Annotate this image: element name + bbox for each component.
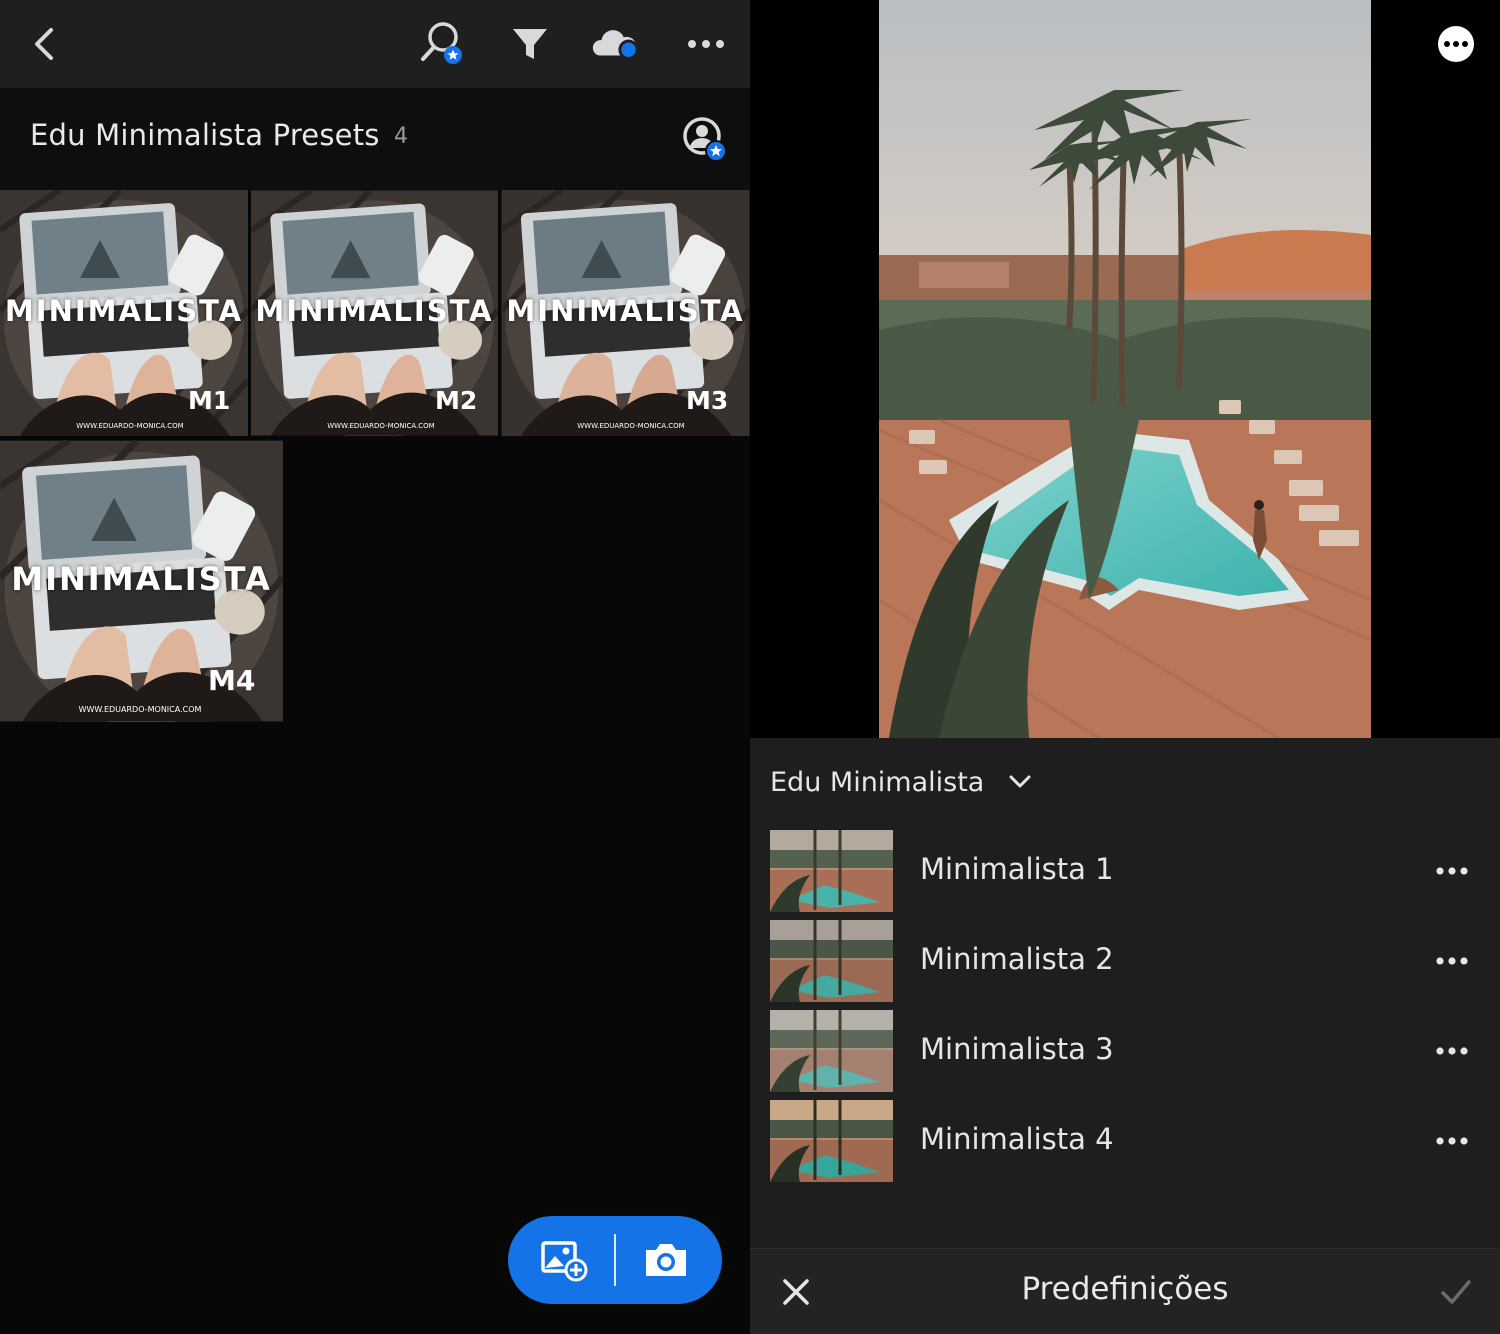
thumbnail-code: M1 [188, 386, 231, 415]
album-count: 4 [394, 124, 408, 149]
preset-editor-screen: Edu Minimalista Minimalista 1 Minimalist… [750, 0, 1500, 1334]
more-horizontal-icon[interactable] [1430, 1124, 1474, 1158]
preset-label: Minimalista 4 [920, 1122, 1114, 1156]
edited-photo [879, 0, 1371, 738]
chevron-down-icon [1009, 775, 1031, 788]
search-people-icon[interactable] [416, 18, 468, 70]
more-options-icon[interactable] [1436, 24, 1476, 64]
bottom-action-bar: Predefinições [750, 1248, 1500, 1334]
thumbnail-url: WWW.EDUARDO-MONICA.COM [327, 422, 435, 430]
add-photos-fab [508, 1216, 722, 1304]
thumbnail-url: WWW.EDUARDO-MONICA.COM [577, 422, 685, 430]
thumbnail-url: WWW.EDUARDO-MONICA.COM [76, 422, 184, 430]
more-horizontal-icon[interactable] [1430, 1034, 1474, 1068]
camera-icon[interactable] [616, 1216, 716, 1304]
preset-label: Minimalista 1 [920, 852, 1114, 886]
preset-item[interactable]: Minimalista 2 [750, 920, 1500, 1004]
checkmark-icon[interactable] [1434, 1267, 1478, 1317]
preset-thumbnail [770, 1100, 893, 1182]
filter-icon[interactable] [504, 18, 556, 70]
thumbnail-url: WWW.EDUARDO-MONICA.COM [78, 705, 202, 714]
preset-thumbnail [770, 1010, 893, 1092]
back-icon[interactable] [18, 18, 70, 70]
preset-item[interactable]: Minimalista 4 [750, 1100, 1500, 1184]
thumbnail-code: M4 [208, 664, 256, 697]
thumbnail-overlay-text: MINIMALISTA [4, 294, 244, 328]
more-horizontal-icon[interactable] [1430, 854, 1474, 888]
preset-thumbnail [770, 920, 893, 1002]
preset-label: Minimalista 2 [920, 942, 1114, 976]
preset-thumbnail [770, 830, 893, 912]
thumbnail-overlay-text: MINIMALISTA [506, 294, 745, 328]
thumbnail-overlay-text: MINIMALISTA [11, 560, 272, 598]
album-screen: Edu Minimalista Presets 4 MINIMALISTA M1… [0, 0, 750, 1334]
thumbnail-code: M3 [686, 386, 729, 415]
thumbnail-overlay-text: MINIMALISTA [255, 294, 494, 328]
panel-title: Predefinições [1021, 1271, 1229, 1307]
preset-group-selector[interactable]: Edu Minimalista [770, 760, 1032, 804]
add-photo-icon[interactable] [514, 1216, 614, 1304]
more-icon[interactable] [680, 18, 732, 70]
thumbnail-code: M2 [435, 386, 478, 415]
album-title: Edu Minimalista Presets [30, 118, 380, 152]
top-toolbar [0, 0, 750, 88]
cloud-sync-icon[interactable] [590, 18, 642, 70]
preset-item[interactable]: Minimalista 3 [750, 1010, 1500, 1094]
presets-panel: Edu Minimalista Minimalista 1 Minimalist… [750, 738, 1500, 1248]
more-horizontal-icon[interactable] [1430, 944, 1474, 978]
preset-group-label: Edu Minimalista [770, 766, 985, 798]
share-contributors-icon[interactable] [680, 116, 730, 166]
preset-label: Minimalista 3 [920, 1032, 1114, 1066]
preset-item[interactable]: Minimalista 1 [750, 830, 1500, 914]
